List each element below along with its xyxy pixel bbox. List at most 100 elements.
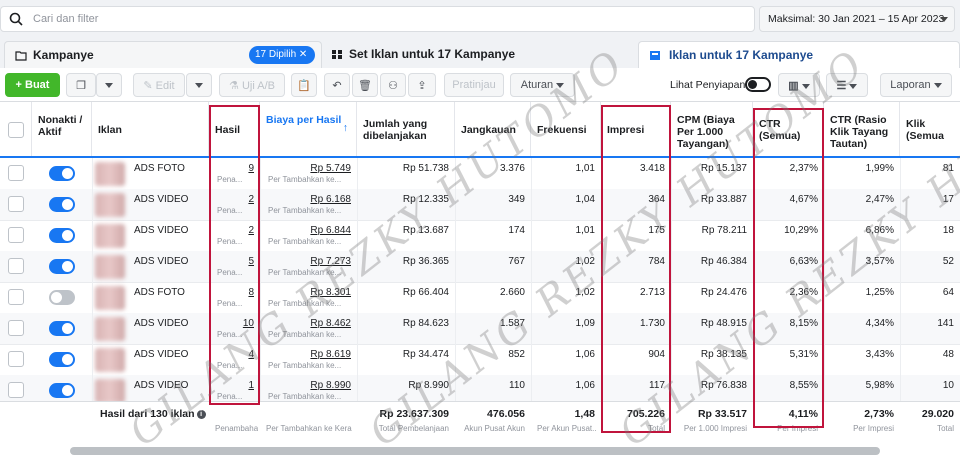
table-row[interactable]: ADS VIDEO 2 Pena... Rp 6.168 Per Tambahkan k… xyxy=(0,189,960,221)
col-results[interactable]: Hasil xyxy=(209,102,260,156)
ad-name[interactable]: ADS VIDEO xyxy=(134,344,208,375)
edit-menu-button[interactable] xyxy=(186,73,212,97)
ad-status-toggle[interactable] xyxy=(49,321,75,336)
edit-button[interactable]: ✎ Edit xyxy=(133,73,185,97)
table-row[interactable]: ADS FOTO 8 Pena... Rp 8.301 Per Tambahkan ke… xyxy=(0,282,960,314)
ad-status-toggle[interactable] xyxy=(49,290,75,305)
footer-clicks-sub: Total xyxy=(937,424,954,433)
create-button[interactable]: + Buat xyxy=(5,73,60,97)
cell-impr: 3.418 xyxy=(639,163,665,174)
show-preview-label: Lihat Penyiapan xyxy=(670,79,746,91)
ad-status-toggle[interactable] xyxy=(49,197,75,212)
cell-ctr_link: 2,47% xyxy=(865,194,894,205)
rules-dropdown[interactable]: Aturan xyxy=(510,73,575,97)
col-clicks[interactable]: Klik (Semua xyxy=(900,102,960,156)
cell-freq: 1,02 xyxy=(575,287,595,298)
tab-ads[interactable]: Iklan untuk 17 Kampanye xyxy=(638,41,960,68)
columns-button[interactable]: ▥ xyxy=(778,73,820,97)
ad-status-toggle[interactable] xyxy=(49,228,75,243)
cell-cpr: Rp 5.749 xyxy=(310,163,351,174)
cell-reach: 852 xyxy=(508,349,525,360)
select-all-checkbox[interactable] xyxy=(8,122,24,138)
cell-ctr_link: 3,57% xyxy=(865,256,894,267)
cell-clicks: 48 xyxy=(942,349,954,360)
undo-button[interactable]: ↶ xyxy=(324,73,350,97)
row-checkbox[interactable] xyxy=(8,165,24,181)
footer-label: Hasil dari 130 iklan i xyxy=(100,402,210,448)
breakdown-button[interactable]: ☰ xyxy=(826,73,868,97)
cell-freq: 1,01 xyxy=(575,225,595,236)
ad-status-toggle[interactable] xyxy=(49,352,75,367)
table-row[interactable]: ADS VIDEO 2 Pena... Rp 6.844 Per Tambahkan k… xyxy=(0,220,960,252)
row-checkbox[interactable] xyxy=(8,258,24,274)
clipboard-button[interactable]: 📋 xyxy=(291,73,317,97)
duplicate-button[interactable]: ❐ xyxy=(66,73,96,97)
search-placeholder: Cari dan filter xyxy=(33,13,99,25)
col-ad-name[interactable]: Iklan xyxy=(92,102,209,156)
col-onoff[interactable]: Nonakti / Aktif xyxy=(32,102,92,156)
cell-freq: 1,01 xyxy=(575,163,595,174)
preview-button[interactable]: Pratinjau xyxy=(444,73,504,97)
ad-name[interactable]: ADS VIDEO xyxy=(134,220,208,251)
cell-results: 2 xyxy=(248,194,254,205)
row-checkbox[interactable] xyxy=(8,289,24,305)
row-checkbox[interactable] xyxy=(8,320,24,336)
delete-button[interactable]: 🗑 xyxy=(352,73,378,97)
row-checkbox[interactable] xyxy=(8,227,24,243)
cell-ctr_link: 4,34% xyxy=(865,318,894,329)
close-icon[interactable]: ✕ xyxy=(299,49,307,60)
ab-test-button[interactable]: ⚗ Uji A/B xyxy=(219,73,285,97)
ad-status-toggle[interactable] xyxy=(49,166,75,181)
cell-ctr_link: 3,43% xyxy=(865,349,894,360)
cell-ctr: 2,36% xyxy=(789,287,818,298)
search-input[interactable]: Cari dan filter xyxy=(0,6,755,32)
cell-reach: 767 xyxy=(508,256,525,267)
col-impressions[interactable]: Impresi xyxy=(601,102,671,156)
row-checkbox[interactable] xyxy=(8,351,24,367)
col-divider xyxy=(357,158,358,401)
duplicate-menu-button[interactable] xyxy=(96,73,122,97)
cell-reach: 3.376 xyxy=(499,163,525,174)
col-divider xyxy=(531,158,532,401)
reports-dropdown[interactable]: Laporan xyxy=(880,73,952,97)
table-row[interactable]: ADS FOTO 9 Pena... Rp 5.749 Per Tambahkan ke… xyxy=(0,158,960,190)
cell-clicks: 64 xyxy=(942,287,954,298)
info-icon[interactable]: i xyxy=(196,409,206,419)
table-row[interactable]: ADS VIDEO 5 Pena... Rp 7.273 Per Tambahkan k… xyxy=(0,251,960,283)
ad-icon xyxy=(650,51,660,60)
ad-status-toggle[interactable] xyxy=(49,259,75,274)
footer-label-text: Hasil dari 130 iklan xyxy=(100,408,195,420)
footer-results-sub: Penambaha xyxy=(215,424,258,433)
row-checkbox[interactable] xyxy=(8,382,24,398)
horizontal-scrollbar[interactable] xyxy=(70,447,880,455)
ad-name[interactable]: ADS FOTO xyxy=(134,282,208,313)
date-range-picker[interactable]: Maksimal: 30 Jan 2021 – 15 Apr 2023 xyxy=(759,6,955,32)
col-frequency[interactable]: Frekuensi xyxy=(531,102,601,156)
ad-thumbnail xyxy=(95,317,125,341)
tab-adsets[interactable]: Set Iklan untuk 17 Kampanye xyxy=(325,41,635,68)
footer-ctr-sub: Per Impresi xyxy=(777,424,818,433)
col-reach[interactable]: Jangkauan xyxy=(455,102,531,156)
ad-name[interactable]: ADS VIDEO xyxy=(134,189,208,220)
table-row[interactable]: ADS VIDEO 10 Pena... Rp 8.462 Per Tambahkan … xyxy=(0,313,960,345)
show-preview-toggle[interactable] xyxy=(745,77,771,92)
footer-freq-sub: Per Akun Pusat... xyxy=(537,424,597,433)
ad-name[interactable]: ADS VIDEO xyxy=(134,313,208,344)
row-checkbox[interactable] xyxy=(8,196,24,212)
col-ctr-link[interactable]: CTR (Rasio Klik Tayang Tautan) xyxy=(824,102,900,156)
col-cpm[interactable]: CPM (Biaya Per 1.000 Tayangan) xyxy=(671,102,753,156)
flask-icon: ⚗ xyxy=(229,80,242,92)
ad-name[interactable]: ADS VIDEO xyxy=(134,251,208,282)
col-ctr-all[interactable]: CTR (Semua) xyxy=(753,102,824,156)
selected-pill[interactable]: 17 Dipilih ✕ xyxy=(249,46,316,64)
ad-status-toggle[interactable] xyxy=(49,383,75,398)
col-cost-per-result[interactable]: Biaya per Hasil ↑ xyxy=(260,102,357,156)
tab-campaigns[interactable]: Kampanye 17 Dipilih ✕ xyxy=(4,41,322,68)
chevron-down-icon xyxy=(801,83,810,89)
cell-cpm: Rp 33.887 xyxy=(700,194,747,205)
share-button[interactable]: ⇪ xyxy=(408,73,436,97)
table-row[interactable]: ADS VIDEO 4 Pena... Rp 8.619 Per Tambahkan k… xyxy=(0,344,960,376)
ad-name[interactable]: ADS FOTO xyxy=(134,158,208,189)
col-amount-spent[interactable]: Jumlah yang dibelanjakan xyxy=(357,102,455,156)
audience-button[interactable]: ⚇ xyxy=(380,73,406,97)
